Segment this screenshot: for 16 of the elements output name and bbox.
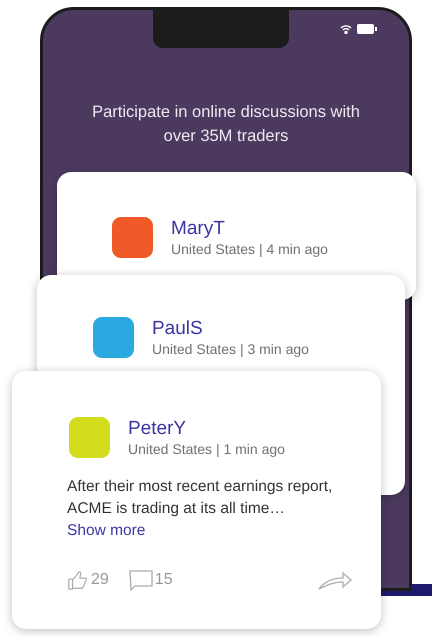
show-more-link[interactable]: Show more	[67, 522, 146, 539]
comment-icon[interactable]	[128, 569, 153, 591]
post-meta: United States | 4 min ago	[171, 240, 328, 258]
post-meta: United States | 1 min ago	[128, 440, 285, 458]
battery-icon	[357, 24, 377, 34]
username[interactable]: MaryT	[171, 218, 328, 240]
like-count: 29	[91, 570, 109, 590]
tagline: Participate in online discussions with over 35M traders	[91, 102, 361, 147]
post-text: After their most recent earnings report, ACME is trading at its all time… Show more	[67, 477, 334, 541]
username[interactable]: PeterY	[128, 418, 285, 440]
thumbs-up-icon[interactable]	[67, 569, 89, 591]
post-meta: United States | 3 min ago	[152, 340, 309, 358]
username[interactable]: PaulS	[152, 318, 309, 340]
comment-count: 15	[154, 570, 173, 590]
share-arrow-icon[interactable]	[317, 569, 353, 591]
wifi-icon	[340, 24, 352, 34]
